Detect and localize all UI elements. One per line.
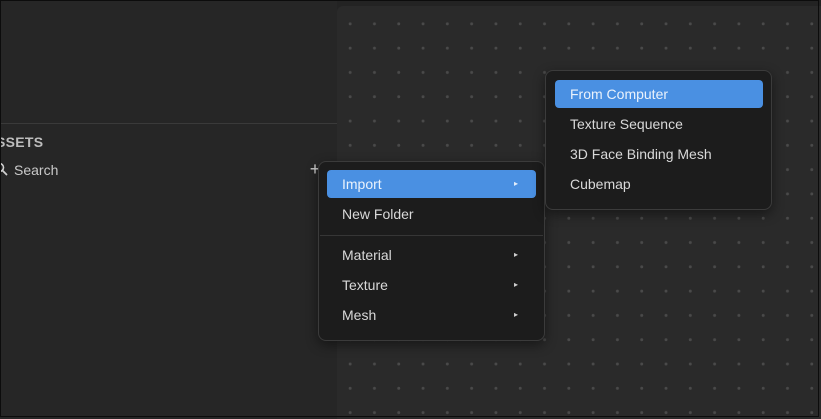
panel-divider: [0, 123, 337, 124]
menu-item-from-computer[interactable]: From Computer: [555, 80, 763, 108]
assets-panel: SSETS Search +: [0, 0, 337, 419]
menu-item-mesh[interactable]: Mesh ▸: [327, 301, 536, 329]
menu-item-material[interactable]: Material ▸: [327, 241, 536, 269]
menu-item-texture-sequence[interactable]: Texture Sequence: [555, 110, 763, 138]
submenu-arrow-icon: ▸: [513, 179, 518, 188]
menu-item-label: Cubemap: [570, 176, 631, 192]
menu-item-label: From Computer: [570, 86, 669, 102]
import-submenu: From Computer Texture Sequence 3D Face B…: [545, 70, 772, 210]
search-field[interactable]: Search: [0, 160, 330, 180]
search-icon: [0, 162, 8, 176]
submenu-arrow-icon: ▸: [513, 250, 518, 259]
submenu-arrow-icon: ▸: [513, 310, 518, 319]
menu-item-label: 3D Face Binding Mesh: [570, 146, 712, 162]
menu-item-label: Material: [342, 247, 392, 263]
menu-item-3d-face-binding-mesh[interactable]: 3D Face Binding Mesh: [555, 140, 763, 168]
submenu-arrow-icon: ▸: [513, 280, 518, 289]
menu-item-label: Texture Sequence: [570, 116, 683, 132]
search-placeholder: Search: [14, 162, 59, 178]
menu-item-label: Import: [342, 176, 382, 192]
menu-item-import[interactable]: Import ▸: [327, 170, 536, 198]
menu-item-new-folder[interactable]: New Folder: [327, 200, 536, 228]
menu-separator: [320, 235, 543, 236]
menu-item-label: Mesh: [342, 307, 377, 323]
upper-panel: [0, 0, 337, 123]
assets-panel-title: SSETS: [0, 134, 44, 150]
menu-item-label: Texture: [342, 277, 388, 293]
asset-context-menu: Import ▸ New Folder Material ▸ Texture ▸…: [318, 161, 545, 341]
menu-item-label: New Folder: [342, 206, 414, 222]
menu-item-texture[interactable]: Texture ▸: [327, 271, 536, 299]
menu-item-cubemap[interactable]: Cubemap: [555, 170, 763, 198]
